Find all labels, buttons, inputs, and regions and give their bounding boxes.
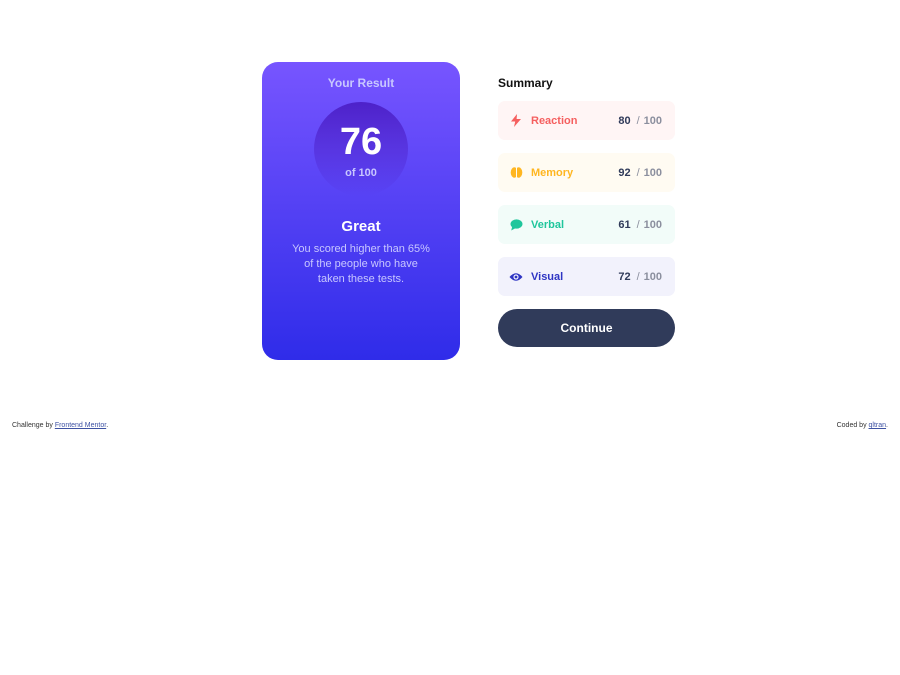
attribution-coded-by: Coded by qltran. — [837, 422, 888, 429]
summary-label-memory: Memory — [531, 166, 574, 179]
author-link[interactable]: qltran — [869, 422, 887, 429]
summary-title: Summary — [498, 76, 553, 90]
summary-separator: / — [636, 114, 640, 127]
eye-icon — [509, 270, 523, 284]
brain-icon — [509, 166, 523, 180]
continue-button[interactable]: Continue — [498, 309, 675, 347]
result-title: Your Result — [327, 76, 395, 90]
summary-row-verbal: Verbal 61 / 100 — [498, 205, 675, 244]
summary-row-memory: Memory 92 / 100 — [498, 153, 675, 192]
lightning-icon — [509, 114, 523, 128]
rating-label: Great — [341, 218, 381, 235]
summary-row-reaction: Reaction 80 / 100 — [498, 101, 675, 140]
summary-separator: / — [636, 218, 640, 231]
attribution-suffix: . — [886, 422, 888, 429]
chat-bubble-icon — [509, 218, 523, 232]
summary-max-verbal: 100 — [643, 218, 662, 231]
summary-row-visual: Visual 72 / 100 — [498, 257, 675, 296]
summary-label-visual: Visual — [531, 270, 564, 283]
score-circle: 76 of 100 — [314, 102, 408, 196]
summary-score-visual: 72 — [618, 270, 631, 283]
result-card: Your Result 76 of 100 Great You scored h… — [262, 62, 460, 360]
summary-label-verbal: Verbal — [531, 218, 565, 231]
attribution-challenge: Challenge by Frontend Mentor. — [12, 422, 108, 429]
summary-separator: / — [636, 270, 640, 283]
rating-description: You scored higher than 65% of the people… — [292, 243, 430, 285]
summary-separator: / — [636, 166, 640, 179]
score-out-of: of 100 — [345, 167, 377, 179]
summary-score-reaction: 80 — [618, 114, 631, 127]
attribution-suffix: . — [106, 422, 109, 429]
attribution-prefix: Coded by — [836, 422, 869, 429]
score-value: 76 — [339, 121, 383, 163]
summary-max-visual: 100 — [643, 270, 662, 283]
summary-score-verbal: 61 — [618, 218, 631, 231]
attribution-prefix: Challenge by — [12, 422, 55, 429]
summary-max-memory: 100 — [643, 166, 662, 179]
frontend-mentor-link[interactable]: Frontend Mentor — [55, 422, 106, 429]
summary-max-reaction: 100 — [643, 114, 662, 127]
summary-score-memory: 92 — [618, 166, 631, 179]
summary-label-reaction: Reaction — [531, 114, 578, 127]
